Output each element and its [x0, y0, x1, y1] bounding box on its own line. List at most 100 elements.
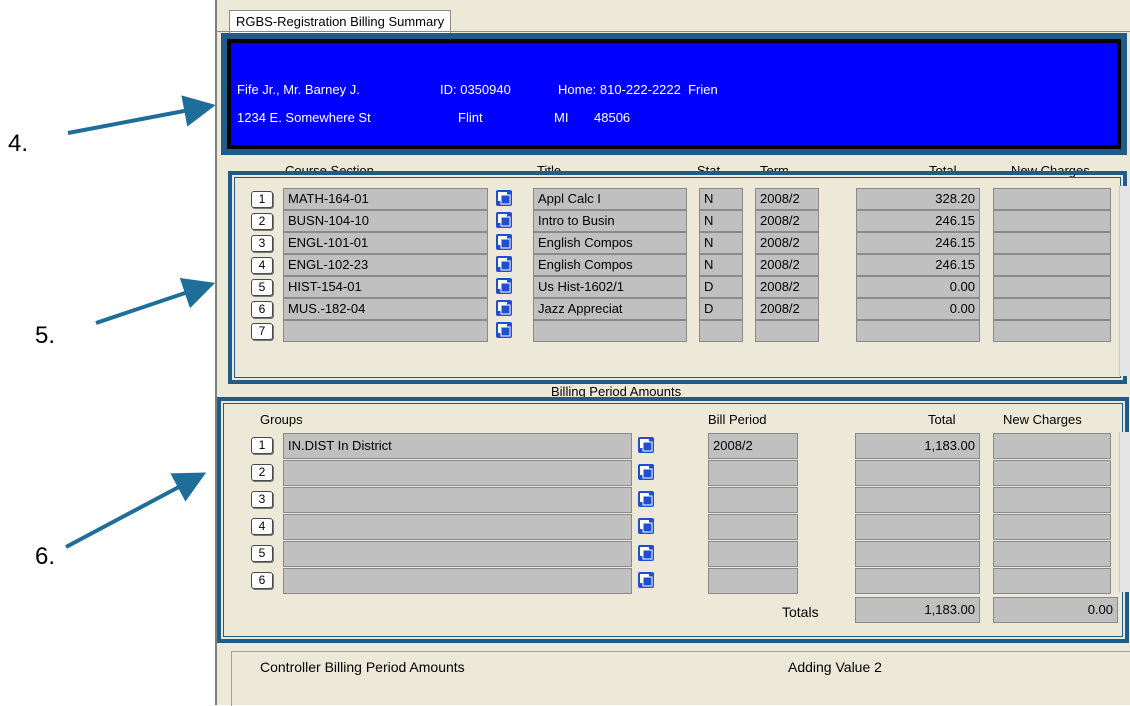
- billing-new-charges-field[interactable]: [993, 514, 1111, 540]
- course-row-number-button[interactable]: 6: [251, 301, 273, 318]
- billing-new-charges-field[interactable]: [993, 460, 1111, 486]
- course-section-field[interactable]: ENGL-101-01: [283, 232, 488, 254]
- billing-period-field[interactable]: 2008/2: [708, 433, 798, 459]
- billing-row-number-button[interactable]: 1: [251, 437, 273, 454]
- student-header: Fife Jr., Mr. Barney J. ID: 0350940 Home…: [231, 43, 1117, 145]
- lookup-icon[interactable]: [638, 518, 654, 534]
- course-stat-field[interactable]: N: [699, 210, 743, 232]
- course-new-charges-field[interactable]: [993, 232, 1111, 254]
- billing-total-field[interactable]: [855, 568, 980, 594]
- course-stat-field[interactable]: [699, 320, 743, 342]
- billing-group-field[interactable]: IN.DIST In District: [283, 433, 632, 459]
- billing-row-number-button[interactable]: 3: [251, 491, 273, 508]
- course-section-field[interactable]: ENGL-102-23: [283, 254, 488, 276]
- course-stat-field[interactable]: N: [699, 188, 743, 210]
- course-total-field[interactable]: 0.00: [856, 298, 980, 320]
- course-stat-field[interactable]: D: [699, 298, 743, 320]
- course-section-field[interactable]: HIST-154-01: [283, 276, 488, 298]
- billing-group-field[interactable]: [283, 460, 632, 486]
- course-row-number-button[interactable]: 2: [251, 213, 273, 230]
- billing-row-number-button[interactable]: 2: [251, 464, 273, 481]
- lookup-icon[interactable]: [496, 322, 512, 338]
- billing-group-field[interactable]: [283, 514, 632, 540]
- course-new-charges-field[interactable]: [993, 254, 1111, 276]
- course-total-field[interactable]: 246.15: [856, 210, 980, 232]
- totals-label: Totals: [782, 604, 819, 620]
- course-term-field[interactable]: 2008/2: [755, 254, 819, 276]
- lookup-icon[interactable]: [496, 256, 512, 272]
- lookup-icon[interactable]: [638, 572, 654, 588]
- billing-period-field[interactable]: [708, 541, 798, 567]
- course-term-field[interactable]: [755, 320, 819, 342]
- course-total-field[interactable]: 328.20: [856, 188, 980, 210]
- billing-new-charges-field[interactable]: [993, 568, 1111, 594]
- course-section-field[interactable]: [283, 320, 488, 342]
- billing-period-field[interactable]: [708, 568, 798, 594]
- course-title-field[interactable]: [533, 320, 687, 342]
- billing-group-field[interactable]: [283, 487, 632, 513]
- lookup-icon[interactable]: [496, 300, 512, 316]
- billing-new-charges-field[interactable]: [993, 433, 1111, 459]
- billing-row-number-button[interactable]: 4: [251, 518, 273, 535]
- course-new-charges-field[interactable]: [993, 188, 1111, 210]
- billing-row-number-button[interactable]: 6: [251, 572, 273, 589]
- billing-total-field[interactable]: [855, 541, 980, 567]
- course-title-field[interactable]: Us Hist-1602/1: [533, 276, 687, 298]
- lookup-icon[interactable]: [496, 190, 512, 206]
- course-row-number-button[interactable]: 5: [251, 279, 273, 296]
- course-stat-field[interactable]: N: [699, 232, 743, 254]
- course-row-number-button[interactable]: 7: [251, 323, 273, 340]
- course-total-field[interactable]: [856, 320, 980, 342]
- course-title-field[interactable]: Appl Calc I: [533, 188, 687, 210]
- course-new-charges-field[interactable]: [993, 210, 1111, 232]
- billing-group-field[interactable]: [283, 541, 632, 567]
- course-term-field[interactable]: 2008/2: [755, 188, 819, 210]
- course-scrollbar[interactable]: [1119, 186, 1130, 376]
- course-title-field[interactable]: Jazz Appreciat: [533, 298, 687, 320]
- lookup-icon[interactable]: [496, 278, 512, 294]
- billing-total-field[interactable]: [855, 487, 980, 513]
- course-total-field[interactable]: 246.15: [856, 232, 980, 254]
- billing-total-field[interactable]: [855, 460, 980, 486]
- course-title-field[interactable]: English Compos: [533, 232, 687, 254]
- course-total-field[interactable]: 0.00: [856, 276, 980, 298]
- tab-rgbs[interactable]: RGBS-Registration Billing Summary: [229, 10, 452, 33]
- billing-row-number-button[interactable]: 5: [251, 545, 273, 562]
- billing-total-field[interactable]: 1,183.00: [855, 433, 980, 459]
- billing-total-field[interactable]: [855, 514, 980, 540]
- course-stat-field[interactable]: N: [699, 254, 743, 276]
- course-title-field[interactable]: English Compos: [533, 254, 687, 276]
- annotation-arrows: [65, 95, 216, 549]
- billing-period-field[interactable]: [708, 487, 798, 513]
- course-term-field[interactable]: 2008/2: [755, 210, 819, 232]
- billing-new-charges-field[interactable]: [993, 541, 1111, 567]
- course-section-field[interactable]: MUS.-182-04: [283, 298, 488, 320]
- course-row-number-button[interactable]: 1: [251, 191, 273, 208]
- billing-period-field[interactable]: [708, 514, 798, 540]
- course-section-field[interactable]: MATH-164-01: [283, 188, 488, 210]
- billing-group-field[interactable]: [283, 568, 632, 594]
- course-new-charges-field[interactable]: [993, 320, 1111, 342]
- course-stat-field[interactable]: D: [699, 276, 743, 298]
- course-new-charges-field[interactable]: [993, 298, 1111, 320]
- course-term-field[interactable]: 2008/2: [755, 298, 819, 320]
- billing-scrollbar[interactable]: [1119, 432, 1130, 592]
- annotation-6: 6.: [35, 543, 56, 570]
- course-section-field[interactable]: BUSN-104-10: [283, 210, 488, 232]
- billing-new-charges-field[interactable]: [993, 487, 1111, 513]
- course-row-number-button[interactable]: 3: [251, 235, 273, 252]
- lookup-icon[interactable]: [496, 212, 512, 228]
- course-term-field[interactable]: 2008/2: [755, 276, 819, 298]
- course-row-number-button[interactable]: 4: [251, 257, 273, 274]
- lookup-icon[interactable]: [638, 464, 654, 480]
- course-new-charges-field[interactable]: [993, 276, 1111, 298]
- lookup-icon[interactable]: [638, 491, 654, 507]
- course-total-field[interactable]: 246.15: [856, 254, 980, 276]
- lookup-icon[interactable]: [638, 545, 654, 561]
- billing-period-field[interactable]: [708, 460, 798, 486]
- lookup-icon[interactable]: [638, 437, 654, 453]
- student-name: Fife Jr., Mr. Barney J.: [237, 82, 360, 97]
- lookup-icon[interactable]: [496, 234, 512, 250]
- course-title-field[interactable]: Intro to Busin: [533, 210, 687, 232]
- course-term-field[interactable]: 2008/2: [755, 232, 819, 254]
